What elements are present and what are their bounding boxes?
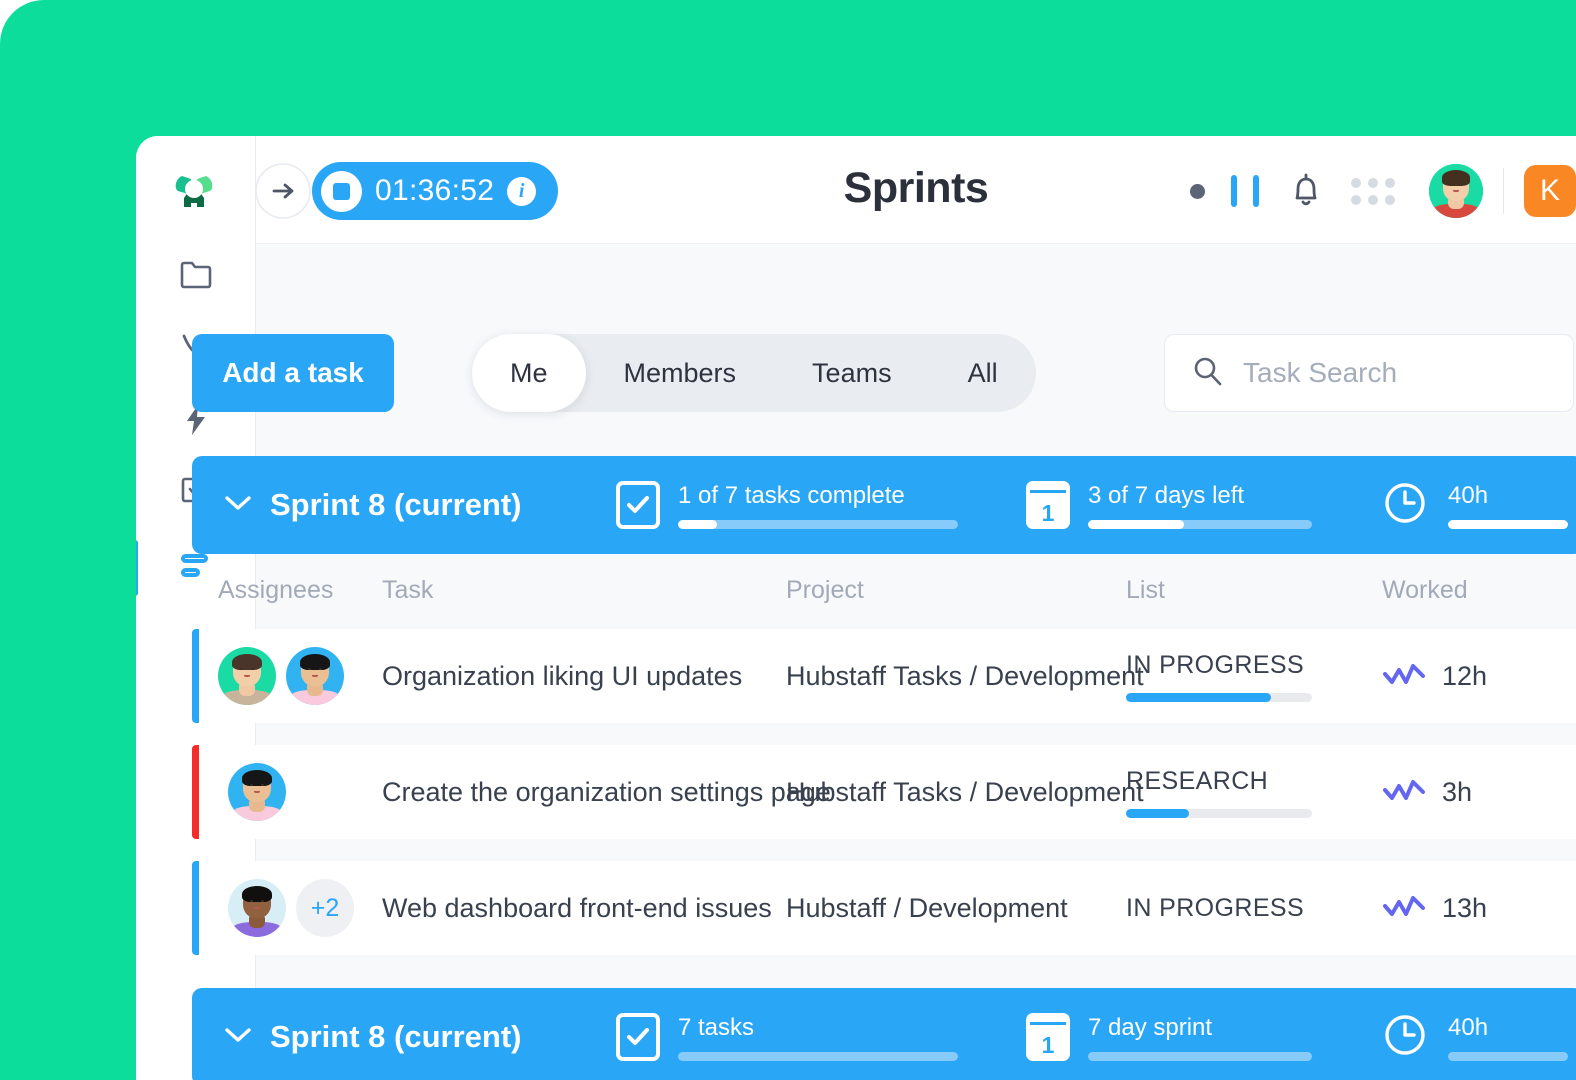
sprint-stat-tasks: 1 of 7 tasks complete — [616, 481, 958, 529]
status-dot-icon[interactable] — [1190, 183, 1205, 199]
table-row[interactable]: Create the organization settings page Hu… — [192, 745, 1576, 839]
avatar-assignee-4[interactable] — [228, 879, 286, 937]
tab-members[interactable]: Members — [586, 334, 775, 412]
row-task-name[interactable]: Create the organization settings page — [382, 777, 831, 808]
divider — [1503, 168, 1504, 214]
row-worked: 12h — [1382, 661, 1487, 692]
sprint-stat-days: 1 7 day sprint — [1026, 1013, 1312, 1061]
column-project: Project — [786, 576, 864, 604]
sprint-stat-label: 7 tasks — [678, 1013, 755, 1041]
row-priority-flag — [192, 629, 199, 723]
tab-teams[interactable]: Teams — [774, 334, 930, 412]
row-worked: 3h — [1382, 777, 1472, 808]
sprint-stat-days: 1 3 of 7 days left — [1026, 481, 1312, 529]
row-list[interactable]: IN PROGRESS — [1126, 894, 1304, 923]
row-project: Hubstaff / Development — [786, 892, 1068, 923]
avatar-assignee-2[interactable] — [286, 647, 344, 705]
sprint-title: Sprint 8 (current) — [270, 487, 522, 522]
search-input[interactable] — [1243, 357, 1547, 389]
row-project: Hubstaff Tasks / Development — [786, 660, 1144, 691]
column-task: Task — [382, 576, 434, 604]
avatar-assignee-3[interactable] — [228, 763, 286, 821]
sprint-stat-label: 1 of 7 tasks complete — [678, 481, 905, 509]
row-list-label: IN PROGRESS — [1126, 650, 1305, 679]
add-task-button[interactable]: Add a task — [192, 334, 394, 412]
row-task-name[interactable]: Web dashboard front-end issues — [382, 893, 772, 924]
column-assignees: Assignees — [218, 576, 334, 604]
search-icon — [1191, 355, 1223, 392]
sprint-stat-progress — [1088, 1051, 1312, 1061]
sprint-stat-progress — [1088, 519, 1312, 529]
row-list-progress — [1126, 692, 1312, 702]
row-list-progress — [1126, 808, 1312, 818]
activity-zigzag-icon — [1382, 893, 1426, 924]
chevron-down-icon[interactable] — [222, 492, 254, 519]
hubstaff-logo[interactable] — [164, 160, 224, 220]
sprint-header-bottom[interactable]: Sprint 8 (current) 7 tasks 1 7 day sprin… — [192, 988, 1576, 1080]
sprint-stat-progress — [1448, 1051, 1568, 1061]
sprint-stat-progress — [1448, 519, 1568, 529]
row-worked-value: 3h — [1442, 776, 1473, 807]
table-row[interactable]: Organization liking UI updates Hubstaff … — [192, 629, 1576, 723]
app-window: 01:36:52 i Sprints K Add a task Me Membe… — [136, 136, 1576, 1080]
table-row[interactable]: +2 Web dashboard front-end issues Hubsta… — [192, 861, 1576, 955]
table-header: Assignees Task Project List Worked — [192, 576, 1576, 632]
row-worked: 13h — [1382, 893, 1487, 924]
sprint-stat-hours: 40h — [1380, 478, 1568, 533]
calendar-icon: 1 — [1026, 481, 1070, 529]
row-worked-value: 13h — [1442, 892, 1488, 923]
column-worked: Worked — [1382, 576, 1468, 604]
top-bar: 01:36:52 i Sprints K — [255, 136, 1576, 244]
activity-zigzag-icon — [1382, 777, 1426, 808]
sprint-stat-progress — [678, 519, 958, 529]
folder-icon — [179, 259, 213, 294]
task-search-box[interactable] — [1164, 334, 1574, 412]
check-square-icon — [616, 1013, 660, 1061]
row-list-label: RESEARCH — [1126, 766, 1269, 795]
tab-all[interactable]: All — [930, 334, 1036, 412]
sprint-stat-label: 7 day sprint — [1088, 1013, 1213, 1041]
row-list[interactable]: RESEARCH — [1126, 767, 1312, 818]
pause-icon[interactable] — [1231, 175, 1259, 207]
sidebar-active-indicator — [136, 540, 138, 596]
sprint-stat-hours: 40h — [1380, 1010, 1568, 1065]
avatar-assignee-1[interactable] — [218, 647, 276, 705]
row-project: Hubstaff Tasks / Development — [786, 776, 1144, 807]
org-badge[interactable]: K — [1524, 165, 1576, 217]
row-priority-flag — [192, 861, 199, 955]
row-list-label: IN PROGRESS — [1126, 893, 1305, 922]
sprint-title: Sprint 8 (current) — [270, 1019, 522, 1054]
sprint-stat-tasks: 7 tasks — [616, 1013, 958, 1061]
apps-grid-icon[interactable] — [1351, 177, 1395, 205]
sprint-stat-label: 40h — [1448, 1013, 1489, 1041]
row-priority-flag — [192, 745, 199, 839]
assignees-overflow-badge[interactable]: +2 — [296, 879, 354, 937]
bell-icon[interactable] — [1289, 172, 1323, 210]
tab-me[interactable]: Me — [472, 334, 586, 412]
row-worked-value: 12h — [1442, 660, 1488, 691]
avatar-current-user[interactable] — [1429, 164, 1483, 218]
sprint-stat-progress — [678, 1051, 958, 1061]
topbar-actions: K — [1190, 162, 1576, 220]
activity-zigzag-icon — [1382, 661, 1426, 692]
row-assignees[interactable]: +2 — [228, 879, 354, 937]
sprint-stat-label: 3 of 7 days left — [1088, 481, 1245, 509]
check-square-icon — [616, 481, 660, 529]
sprint-stat-label: 40h — [1448, 481, 1489, 509]
sidebar-item-projects[interactable] — [136, 248, 256, 304]
row-list[interactable]: IN PROGRESS — [1126, 651, 1312, 702]
sprint-header-top[interactable]: Sprint 8 (current) 1 of 7 tasks complete… — [192, 456, 1576, 554]
clock-icon — [1380, 1010, 1430, 1065]
column-list: List — [1126, 576, 1165, 604]
clock-icon — [1380, 478, 1430, 533]
row-task-name[interactable]: Organization liking UI updates — [382, 661, 742, 692]
row-assignees[interactable] — [218, 647, 344, 705]
chevron-down-icon[interactable] — [222, 1024, 254, 1051]
filter-tabs: Me Members Teams All — [472, 334, 1036, 412]
row-assignees[interactable] — [228, 763, 286, 821]
calendar-icon: 1 — [1026, 1013, 1070, 1061]
